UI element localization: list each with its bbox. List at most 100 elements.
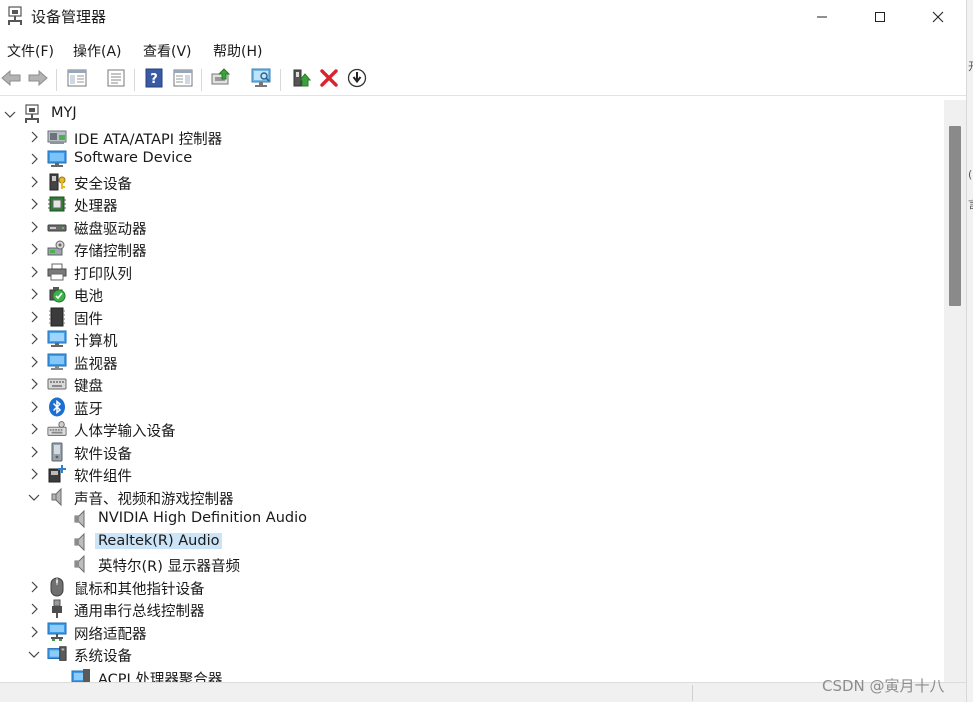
chevron-right-icon[interactable]: [27, 219, 41, 235]
tree-category[interactable]: 软件设备: [0, 441, 944, 463]
software-component-icon: [47, 464, 67, 484]
tree-category[interactable]: 网络适配器: [0, 621, 944, 643]
security-device-icon: [47, 172, 67, 192]
close-button[interactable]: [909, 0, 967, 34]
vertical-scrollbar[interactable]: [944, 100, 966, 682]
tree-category-system[interactable]: 系统设备: [0, 643, 944, 665]
chevron-right-icon[interactable]: [27, 579, 41, 595]
maximize-icon: [874, 8, 886, 27]
tree-category[interactable]: 打印队列: [0, 261, 944, 283]
battery-icon: [47, 284, 67, 304]
tree-item-label: 处理器: [74, 199, 118, 215]
tree-category[interactable]: 存储控制器: [0, 238, 944, 260]
tree-item-label: 声音、视频和游戏控制器: [74, 491, 234, 508]
chevron-down-icon[interactable]: [3, 106, 17, 122]
hid-icon: [47, 419, 67, 439]
tree-device-audio[interactable]: Realtek(R) Audio: [0, 531, 944, 553]
tree-item-label: 鼠标和其他指针设备: [74, 581, 205, 598]
tree-category[interactable]: 键盘: [0, 373, 944, 395]
network-adapter-icon: [47, 622, 67, 642]
toolbar-separator: [201, 69, 202, 91]
tree-item-label: 蓝牙: [74, 401, 103, 418]
menu-view[interactable]: 查看(V): [143, 41, 192, 61]
chevron-right-icon[interactable]: [27, 354, 41, 370]
disable-device-button[interactable]: [346, 68, 368, 91]
menu-file[interactable]: 文件(F): [7, 41, 54, 61]
chevron-right-icon[interactable]: [27, 421, 41, 437]
back-button[interactable]: [0, 69, 22, 91]
show-hide-console-tree-button[interactable]: [66, 69, 88, 91]
tree-item-label: 网络适配器: [74, 626, 147, 643]
scan-hardware-changes-button[interactable]: [250, 68, 272, 91]
tree-category[interactable]: 蓝牙: [0, 396, 944, 418]
tree-category[interactable]: 处理器: [0, 193, 944, 215]
action-pane-button[interactable]: [172, 69, 194, 91]
uninstall-device-button[interactable]: [318, 69, 340, 91]
tree-item-label: 打印队列: [74, 266, 132, 283]
usb-controller-icon: [47, 599, 67, 619]
tree-category[interactable]: 监视器: [0, 351, 944, 373]
forward-button[interactable]: [27, 69, 49, 91]
tree-category[interactable]: 通用串行总线控制器: [0, 598, 944, 620]
tree-category[interactable]: 安全设备: [0, 171, 944, 193]
tree-item-label: 通用串行总线控制器: [74, 604, 205, 620]
csdn-watermark: CSDN @寅月十八: [822, 677, 945, 695]
chevron-right-icon[interactable]: [27, 264, 41, 280]
edge-text-3: 言: [968, 196, 973, 212]
chevron-right-icon[interactable]: [27, 624, 41, 640]
chevron-right-icon[interactable]: [27, 129, 41, 145]
toolbar-separator: [280, 69, 281, 91]
tree-root-computer[interactable]: MYJ: [0, 103, 944, 125]
device-manager-window: 设备管理器 文件(F) 操作(A) 查看(V) 帮助(H) ? MYJ IDE …: [0, 0, 966, 702]
tree-category[interactable]: Software Device: [0, 148, 944, 170]
tree-category[interactable]: IDE ATA/ATAPI 控制器: [0, 126, 944, 148]
maximize-button[interactable]: [851, 0, 909, 34]
chevron-right-icon[interactable]: [27, 174, 41, 190]
properties-button[interactable]: [105, 69, 127, 91]
tree-category[interactable]: 计算机: [0, 328, 944, 350]
device-tree[interactable]: MYJ IDE ATA/ATAPI 控制器 Software Device 安全设备处…: [0, 100, 944, 682]
chevron-right-icon[interactable]: [27, 601, 41, 617]
chevron-right-icon[interactable]: [27, 399, 41, 415]
edge-text-2: (: [968, 168, 973, 181]
update-driver-button[interactable]: [210, 68, 232, 91]
tree-category[interactable]: 鼠标和其他指针设备: [0, 576, 944, 598]
tree-item-label: Software Device: [74, 150, 193, 166]
menu-help[interactable]: 帮助(H): [213, 41, 262, 61]
menu-action[interactable]: 操作(A): [73, 41, 122, 61]
tree-item-label: 人体学输入设备: [74, 424, 176, 440]
enable-device-button[interactable]: [290, 69, 312, 91]
tree-device-system[interactable]: ACPI 处理器聚合器: [0, 666, 944, 683]
chevron-down-icon[interactable]: [27, 646, 41, 662]
mouse-icon: [47, 577, 67, 597]
chevron-right-icon[interactable]: [27, 241, 41, 257]
tree-category[interactable]: 人体学输入设备: [0, 418, 944, 440]
chevron-right-icon[interactable]: [27, 196, 41, 212]
tree-category-audio[interactable]: 声音、视频和游戏控制器: [0, 486, 944, 508]
tree-item-label: ACPI 处理器聚合器: [98, 671, 223, 683]
help-button[interactable]: ?: [143, 68, 165, 91]
chevron-down-icon[interactable]: [27, 489, 41, 505]
chevron-right-icon[interactable]: [27, 331, 41, 347]
chevron-right-icon[interactable]: [27, 309, 41, 325]
chevron-right-icon[interactable]: [27, 444, 41, 460]
chevron-right-icon[interactable]: [27, 286, 41, 302]
speaker-icon: [71, 509, 91, 529]
tree-category[interactable]: 磁盘驱动器: [0, 216, 944, 238]
title-bar: 设备管理器: [0, 0, 966, 34]
tree-item-label: 电池: [74, 289, 103, 305]
tree-device-audio[interactable]: NVIDIA High Definition Audio: [0, 508, 944, 530]
chevron-right-icon[interactable]: [27, 151, 41, 167]
minimize-button[interactable]: [793, 0, 851, 34]
scrollbar-thumb[interactable]: [949, 126, 961, 306]
chevron-right-icon[interactable]: [27, 466, 41, 482]
tree-device-audio[interactable]: 英特尔(R) 显示器音频: [0, 553, 944, 575]
storage-controller-icon: [47, 239, 67, 259]
tree-item-label: 系统设备: [74, 649, 132, 665]
chevron-right-icon[interactable]: [27, 376, 41, 392]
back-icon: [1, 69, 21, 90]
tree-category[interactable]: 电池: [0, 283, 944, 305]
minimize-icon: [816, 8, 828, 27]
tree-category[interactable]: 软件组件: [0, 463, 944, 485]
tree-category[interactable]: 固件: [0, 306, 944, 328]
